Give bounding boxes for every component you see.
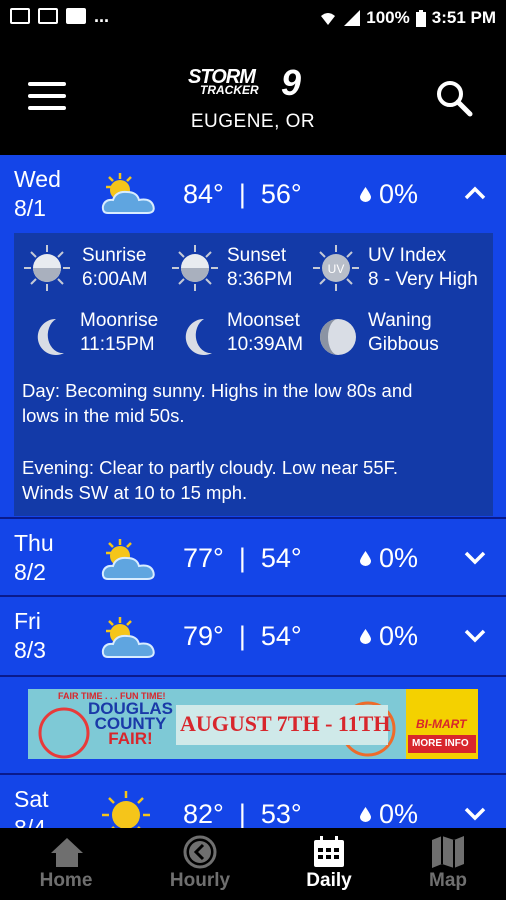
raindrop-icon — [360, 807, 371, 822]
moonset-icon — [185, 318, 212, 355]
sunrise-icon — [24, 245, 70, 291]
nav-hourly-label: Hourly — [169, 870, 231, 891]
uv-index-icon: UV — [313, 245, 359, 291]
day-row-wed[interactable]: Wed 8/1 84° | 56° 0% Sunrise 6:00AM Sunse — [0, 155, 506, 517]
ad-banner[interactable]: FAIR TIME . . . FUN TIME! DOUGLAS COUNTY F… — [0, 677, 506, 773]
search-button[interactable] — [434, 78, 474, 118]
nav-hourly[interactable]: Hourly — [140, 828, 260, 900]
evening-forecast-text: Evening: Clear to partly cloudy. Low nea… — [22, 457, 399, 503]
logo-number: 9 — [281, 62, 302, 103]
precip-chance: 0% — [360, 179, 418, 210]
partly-cloudy-icon — [101, 617, 155, 658]
sunset-icon — [172, 245, 218, 291]
home-icon — [51, 838, 83, 867]
sunset-info: Sunset 8:36PM — [227, 245, 293, 290]
nav-daily-label: Daily — [306, 870, 352, 891]
day-label: Thu 8/2 — [14, 530, 54, 585]
map-icon — [432, 836, 464, 868]
ad-fair-name: DOUGLAS COUNTY FAIR! — [88, 699, 173, 748]
nav-home-label: Home — [39, 870, 93, 891]
search-icon — [437, 81, 473, 117]
screen-notification-icon — [38, 8, 58, 24]
partly-cloudy-icon — [101, 539, 155, 580]
system-status: 100% 3:51 PM — [320, 8, 496, 28]
precip-chance: 0% — [360, 543, 418, 574]
ad-dates: AUGUST 7TH - 11TH — [180, 711, 391, 736]
douglas-county-fair-ad[interactable]: FAIR TIME . . . FUN TIME! DOUGLAS COUNTY F… — [28, 689, 478, 759]
temp-range: 79° | 54° — [183, 621, 302, 651]
raindrop-icon — [360, 551, 371, 566]
clock-back-icon — [183, 835, 217, 869]
ad-sponsor: BI-MART — [416, 717, 467, 731]
nav-map-label: Map — [429, 870, 467, 891]
signal-icon — [344, 10, 361, 26]
moonset-info: Moonset 10:39AM — [227, 310, 304, 355]
chevron-down-icon[interactable] — [464, 629, 486, 643]
precip-chance: 0% — [360, 799, 418, 828]
day-label: Wed 8/1 — [14, 166, 61, 221]
day-details-panel: Sunrise 6:00AM Sunset 8:36PM UV UV Index 8 … — [14, 233, 493, 516]
temp-range: 84° | 56° — [183, 179, 302, 209]
alert-notification-icon — [66, 8, 86, 24]
daily-forecast-list[interactable]: Wed 8/1 84° | 56° 0% Sunrise 6:00AM Sunse — [0, 155, 506, 828]
uv-info: UV Index 8 - Very High — [368, 245, 478, 290]
logo-text-tracker: TRACKER — [200, 83, 259, 97]
day-row-sat[interactable]: Sat 8/4 82° | 53° 0% — [0, 775, 506, 828]
bottom-navigation: Home Hourly Daily Map — [0, 828, 506, 900]
location-label: EUGENE, OR — [190, 111, 316, 132]
storm-tracker-logo: STORM TRACKER 9 — [186, 62, 320, 103]
chevron-down-icon[interactable] — [464, 551, 486, 565]
moonrise-info: Moonrise 11:15PM — [80, 310, 159, 355]
day-label: Sat 8/4 — [14, 786, 49, 828]
temp-range: 77° | 54° — [183, 543, 302, 573]
raindrop-icon — [360, 187, 371, 202]
wifi-icon — [321, 13, 336, 25]
image-notification-icon — [10, 8, 30, 24]
nav-map[interactable]: Map — [388, 828, 506, 900]
notification-icons: ... — [10, 6, 110, 26]
day-label: Fri 8/3 — [14, 608, 46, 663]
ad-more-info[interactable]: MORE INFO — [412, 738, 469, 749]
partly-cloudy-icon — [101, 173, 155, 214]
day-row-fri[interactable]: Fri 8/3 79° | 54° 0% — [0, 597, 506, 675]
more-notifications-text: ... — [94, 6, 110, 26]
sunny-icon — [102, 791, 150, 828]
chevron-down-icon[interactable] — [464, 807, 486, 821]
moon-phase-icon — [320, 319, 356, 355]
temp-range: 82° | 53° — [183, 799, 302, 828]
menu-button[interactable] — [28, 82, 66, 112]
status-bar: ... 100% 3:51 PM — [0, 0, 506, 38]
chevron-up-icon[interactable] — [464, 186, 486, 200]
app-header: STORM TRACKER 9 EUGENE, OR — [0, 38, 506, 155]
raindrop-icon — [360, 629, 371, 644]
calendar-icon — [314, 836, 344, 867]
sunrise-info: Sunrise 6:00AM — [82, 245, 148, 290]
moonrise-icon — [37, 318, 64, 355]
precip-chance: 0% — [360, 621, 418, 652]
battery-percent: 100% — [366, 8, 410, 27]
nav-daily[interactable]: Daily — [269, 828, 389, 900]
battery-icon — [415, 9, 426, 27]
moon-phase-info: Waning Gibbous — [368, 310, 439, 355]
nav-home[interactable]: Home — [6, 828, 126, 900]
uv-icon-text: UV — [328, 262, 345, 276]
clock: 3:51 PM — [431, 8, 496, 27]
day-forecast-text: Day: Becoming sunny. Highs in the low 80… — [22, 380, 413, 426]
day-row-thu[interactable]: Thu 8/2 77° | 54° 0% — [0, 519, 506, 595]
